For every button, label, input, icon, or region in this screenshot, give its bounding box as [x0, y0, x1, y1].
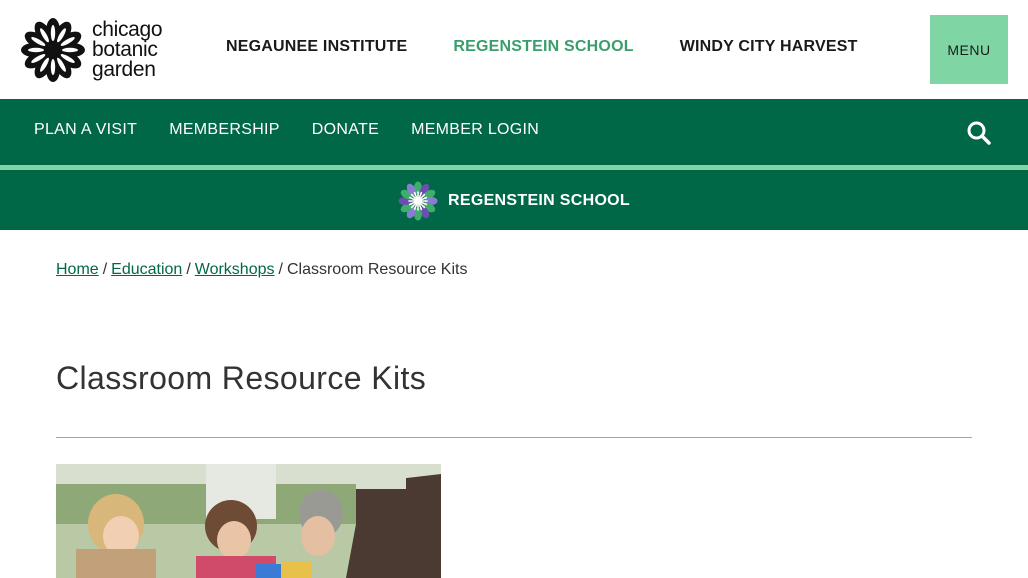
site-logo[interactable]: chicago botanic garden — [20, 15, 170, 85]
flower-logo-icon — [21, 18, 85, 82]
breadcrumb-home[interactable]: Home — [56, 261, 99, 278]
nav-negaunee-institute[interactable]: NEGAUNEE INSTITUTE — [226, 38, 407, 56]
title-divider — [56, 437, 972, 438]
nav-plan-a-visit[interactable]: PLAN A VISIT — [34, 121, 137, 139]
nav-membership[interactable]: MEMBERSHIP — [169, 121, 280, 139]
hero-photo-image — [56, 464, 441, 578]
institute-nav: NEGAUNEE INSTITUTE REGENSTEIN SCHOOL WIN… — [226, 38, 904, 56]
search-icon[interactable] — [966, 120, 992, 146]
breadcrumb-separator: / — [102, 261, 108, 278]
breadcrumb-separator: / — [278, 261, 283, 278]
logo-line-1: chicago — [92, 18, 163, 41]
school-banner: REGENSTEIN SCHOOL — [0, 170, 1028, 230]
school-burst-icon — [398, 181, 438, 221]
page-title: Classroom Resource Kits — [56, 360, 427, 396]
breadcrumb-current: Classroom Resource Kits — [286, 261, 468, 278]
logo-line-3: garden — [92, 58, 156, 81]
nav-regenstein-school[interactable]: REGENSTEIN SCHOOL — [453, 38, 633, 56]
school-banner-label: REGENSTEIN SCHOOL — [448, 192, 631, 209]
main-nav: PLAN A VISIT MEMBERSHIP DONATE MEMBER LO… — [0, 99, 1028, 165]
hero-photo — [56, 464, 441, 578]
menu-button[interactable]: MENU — [930, 15, 1008, 84]
breadcrumb-education[interactable]: Education — [111, 261, 182, 278]
breadcrumb: Home / Education / Workshops / Classroom Resou… — [56, 261, 467, 279]
nav-donate[interactable]: DONATE — [312, 121, 379, 139]
school-banner-content[interactable]: REGENSTEIN SCHOOL — [398, 181, 630, 221]
nav-member-login[interactable]: MEMBER LOGIN — [411, 121, 539, 139]
nav-windy-city-harvest[interactable]: WINDY CITY HARVEST — [680, 38, 858, 56]
logo-line-2: botanic — [92, 38, 158, 61]
logo-wordmark: chicago botanic garden — [92, 18, 163, 81]
main-nav-list: PLAN A VISIT MEMBERSHIP DONATE MEMBER LO… — [34, 121, 571, 139]
breadcrumb-workshops[interactable]: Workshops — [195, 261, 275, 278]
top-header: chicago botanic garden NEGAUNEE INSTITUT… — [0, 0, 1028, 99]
breadcrumb-separator: / — [186, 261, 191, 278]
